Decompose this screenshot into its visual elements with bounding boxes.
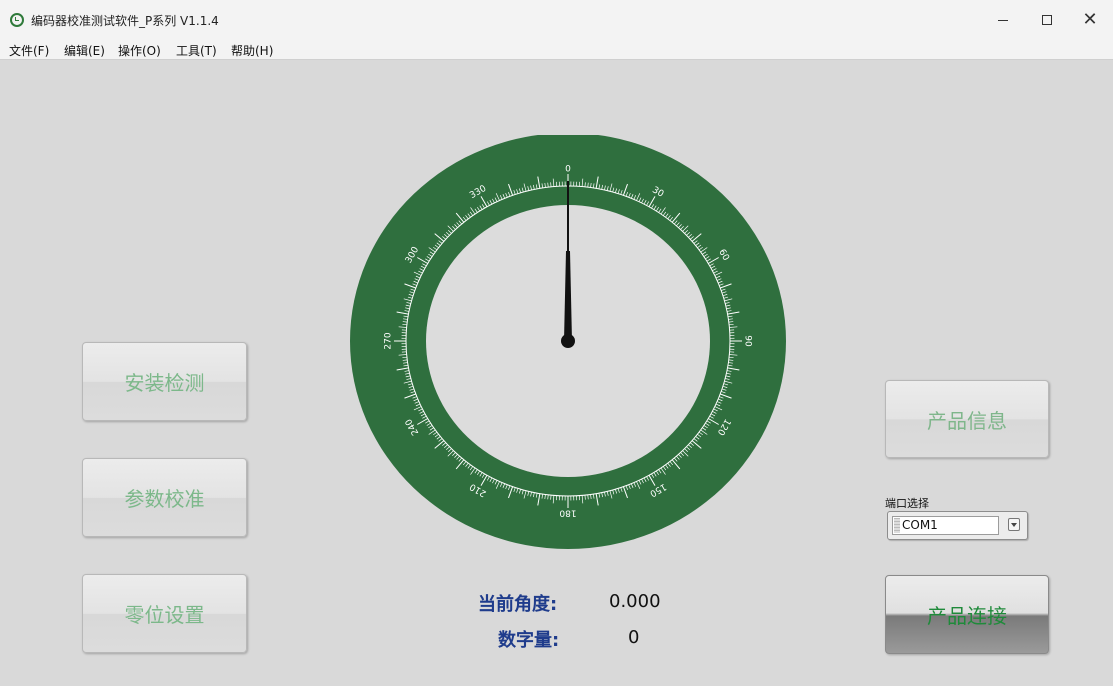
menu-file[interactable]: 文件(F) — [9, 42, 49, 59]
menu-operate[interactable]: 操作(O) — [118, 42, 161, 59]
needle-hub — [561, 334, 575, 348]
current-angle-value: 0.000 — [609, 591, 661, 612]
port-grip-icon — [894, 518, 900, 533]
product-info-button[interactable]: 产品信息 — [885, 380, 1049, 458]
port-input[interactable]: COM1 — [892, 516, 999, 535]
dial-label: 180 — [559, 508, 576, 518]
close-icon: ✕ — [1082, 9, 1098, 30]
close-button[interactable]: ✕ — [1067, 0, 1113, 40]
title-bar: 编码器校准测试软件_P系列 V1.1.4 ✕ — [0, 0, 1113, 40]
menu-help[interactable]: 帮助(H) — [231, 42, 273, 59]
dial-label: 90 — [743, 335, 753, 347]
digital-value: 0 — [628, 627, 640, 648]
zero-setting-button[interactable]: 零位设置 — [82, 574, 247, 653]
current-angle-label: 当前角度: — [478, 594, 558, 615]
port-select-label: 端口选择 — [885, 497, 929, 510]
menu-tools[interactable]: 工具(T) — [176, 42, 217, 59]
maximize-button[interactable] — [1024, 0, 1070, 40]
minimize-icon — [998, 19, 1008, 21]
dial-label: 0 — [565, 165, 571, 175]
port-select[interactable]: COM1 — [887, 511, 1028, 540]
port-value: COM1 — [902, 518, 938, 532]
menu-edit[interactable]: 编辑(E) — [64, 42, 105, 59]
menu-bar: 文件(F) 编辑(E) 操作(O) 工具(T) 帮助(H) — [0, 40, 1113, 60]
window-title: 编码器校准测试软件_P系列 V1.1.4 — [31, 14, 219, 28]
param-calibration-button[interactable]: 参数校准 — [82, 458, 247, 537]
dial-label: 270 — [384, 332, 394, 349]
maximize-icon — [1042, 15, 1052, 25]
install-check-button[interactable]: 安装检测 — [82, 342, 247, 421]
angle-dial: 0306090120150180210240270300330 — [350, 135, 786, 549]
app-logo-icon — [10, 13, 24, 27]
digital-value-label: 数字量: — [498, 630, 560, 651]
product-connect-button[interactable]: 产品连接 — [885, 575, 1049, 654]
minimize-button[interactable] — [980, 0, 1026, 40]
dropdown-arrow-icon[interactable] — [1008, 518, 1020, 531]
